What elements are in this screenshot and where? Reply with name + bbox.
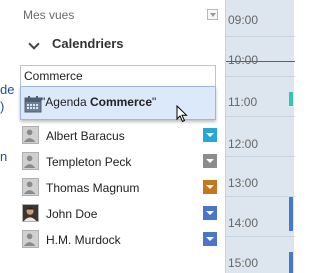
- left-clipped-panel: de ) n: [0, 0, 19, 273]
- user-name: H.M. Murdock: [46, 233, 121, 247]
- user-avatar: [22, 126, 39, 144]
- mouse-cursor-icon: [176, 105, 188, 123]
- clipped-text: n: [0, 149, 8, 164]
- user-row-templeton-peck[interactable]: Templeton Peck: [19, 150, 225, 174]
- user-row-thomas-magnum[interactable]: Thomas Magnum: [19, 176, 225, 200]
- chevron-down-icon: [28, 38, 40, 50]
- autocomplete-suggestion[interactable]: "Agenda Commerce": [20, 86, 216, 123]
- hour-divider: [226, 196, 295, 197]
- hour-divider: [226, 156, 295, 157]
- hour-label: 12:00: [228, 137, 259, 151]
- suggestion-label: "Agenda Commerce": [41, 95, 157, 109]
- calendar-icon: [24, 96, 42, 113]
- hour-label: 13:00: [228, 176, 259, 190]
- user-name: Templeton Peck: [46, 155, 132, 169]
- color-picker-button[interactable]: [203, 180, 217, 194]
- views-panel: Mes vues Calendriers Commerce "Agenda Co…: [19, 0, 225, 273]
- views-dropdown-button[interactable]: [207, 9, 218, 20]
- calendar-search-input[interactable]: Commerce: [20, 65, 216, 87]
- user-avatar: [22, 178, 39, 196]
- hour-divider: [226, 36, 295, 37]
- color-picker-button[interactable]: [203, 206, 217, 220]
- user-avatar: [22, 152, 39, 170]
- user-avatar: [22, 230, 39, 248]
- calendriers-section-toggle[interactable]: Calendriers: [19, 32, 225, 56]
- hour-divider: [226, 116, 295, 117]
- hour-divider: [226, 76, 295, 77]
- user-photo-avatar: [22, 204, 39, 222]
- mes-vues-header: Mes vues: [19, 0, 225, 32]
- color-picker-button[interactable]: [203, 128, 217, 142]
- color-picker-button[interactable]: [203, 232, 217, 246]
- user-name: Thomas Magnum: [46, 181, 140, 195]
- calendar-event[interactable]: [289, 252, 293, 273]
- hour-label: 10:00: [228, 53, 259, 67]
- hour-label: 11:00: [228, 95, 258, 109]
- color-picker-button[interactable]: [203, 154, 217, 168]
- hour-label: 14:00: [228, 216, 259, 230]
- user-name: Albert Baracus: [46, 129, 125, 143]
- user-row-albert-baracus[interactable]: Albert Baracus: [19, 124, 225, 148]
- hour-label: 09:00: [228, 13, 259, 27]
- calendar-event[interactable]: [289, 197, 293, 231]
- clipped-text: de: [0, 82, 15, 97]
- calendriers-title: Calendriers: [52, 36, 124, 51]
- user-row-john-doe[interactable]: John Doe: [19, 202, 225, 226]
- hour-label: 15:00: [228, 256, 259, 270]
- user-name: John Doe: [46, 207, 98, 221]
- user-row-hm-murdock[interactable]: H.M. Murdock: [19, 228, 225, 252]
- clipped-text: ): [0, 99, 5, 114]
- calendar-event[interactable]: [289, 92, 293, 106]
- mes-vues-title: Mes vues: [23, 8, 75, 22]
- hour-divider: [226, 236, 295, 237]
- current-time-indicator: [226, 61, 295, 62]
- calendar-time-column[interactable]: 09:00 10:00 11:00 12:00 13:00 14:00 15:0…: [225, 0, 295, 273]
